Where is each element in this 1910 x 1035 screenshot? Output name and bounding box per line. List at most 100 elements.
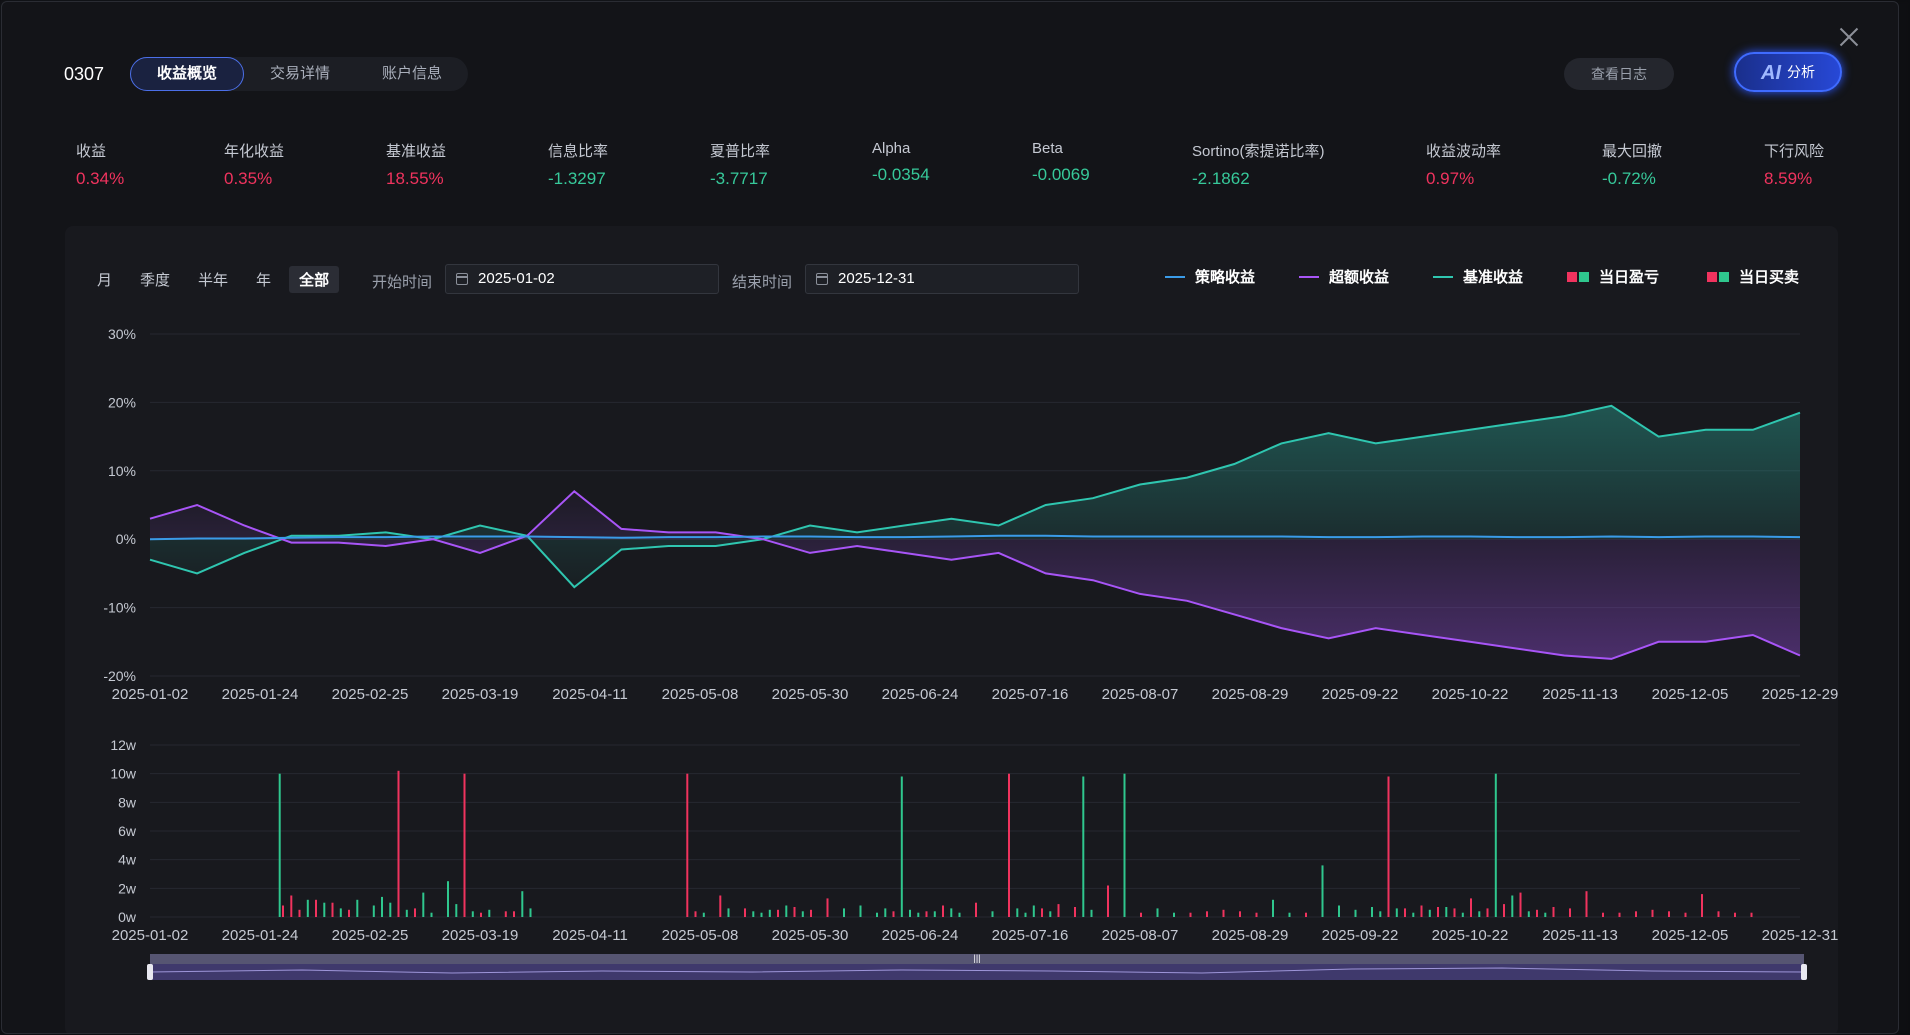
sell-bar bbox=[752, 911, 755, 917]
buy-bar bbox=[1635, 911, 1637, 917]
buy-bar bbox=[1569, 908, 1571, 917]
y-tick-label: 0% bbox=[116, 531, 136, 547]
sell-bar bbox=[1511, 895, 1514, 917]
sell-bar bbox=[1379, 911, 1382, 917]
buy-bar bbox=[1651, 909, 1654, 917]
y-tick-label: 4w bbox=[118, 852, 137, 868]
sell-bar bbox=[1288, 912, 1291, 917]
sell-bar bbox=[1024, 912, 1027, 917]
sell-bar bbox=[488, 909, 491, 917]
sell-bar bbox=[1032, 905, 1035, 917]
x-tick-label: 2025-11-13 bbox=[1542, 927, 1618, 944]
y-tick-label: 10% bbox=[108, 463, 136, 479]
sell-bar bbox=[1478, 911, 1481, 917]
sell-bar bbox=[1090, 909, 1093, 917]
x-tick-label: 2025-12-05 bbox=[1652, 686, 1729, 703]
slider-grip-icon[interactable]: ||| bbox=[973, 953, 980, 963]
sell-bar bbox=[1461, 912, 1464, 917]
sell-bar bbox=[389, 902, 392, 917]
sell-bar bbox=[1544, 912, 1547, 917]
x-tick-label: 2025-09-22 bbox=[1322, 927, 1399, 944]
x-tick-label: 2025-03-19 bbox=[442, 927, 519, 944]
sell-bar bbox=[1445, 907, 1448, 917]
x-tick-label: 2025-01-24 bbox=[222, 686, 299, 703]
sell-bar bbox=[381, 896, 383, 917]
buy-bar bbox=[1668, 911, 1670, 917]
sell-bar bbox=[760, 912, 763, 917]
sell-bar bbox=[917, 912, 920, 917]
sell-bar bbox=[884, 908, 887, 917]
sell-bar bbox=[405, 909, 408, 917]
sell-bar bbox=[1395, 908, 1398, 917]
sell-bar bbox=[278, 773, 281, 917]
buy-bar bbox=[1437, 907, 1439, 917]
performance-modal: 0307 收益概览 交易详情 账户信息 查看日志 AI 分析 收益 0.34% 年化… bbox=[1, 1, 1899, 1034]
sell-bar bbox=[430, 912, 433, 917]
buy-bar bbox=[777, 909, 779, 917]
sell-bar bbox=[1156, 908, 1159, 917]
buy-bar bbox=[1453, 908, 1456, 917]
sell-bar bbox=[876, 912, 878, 917]
buy-bar bbox=[810, 909, 812, 917]
y-tick-label: 30% bbox=[108, 326, 136, 342]
buy-bar bbox=[694, 911, 697, 917]
x-tick-label: 2025-05-30 bbox=[772, 927, 849, 944]
buy-bar bbox=[298, 909, 301, 917]
buy-bar bbox=[1503, 904, 1505, 917]
buy-bar bbox=[1041, 908, 1043, 917]
sell-bar bbox=[521, 891, 524, 917]
x-tick-label: 2025-12-05 bbox=[1652, 927, 1729, 944]
x-tick-label: 2025-04-11 bbox=[552, 686, 628, 703]
sell-bar bbox=[455, 904, 458, 917]
buy-bar bbox=[1470, 898, 1472, 917]
buy-bar bbox=[397, 770, 400, 917]
sell-bar bbox=[785, 905, 788, 917]
sell-bar bbox=[1428, 909, 1431, 917]
buy-bar bbox=[1701, 894, 1703, 917]
sell-bar bbox=[768, 909, 771, 917]
sell-bar bbox=[727, 908, 730, 917]
slider-handle-left[interactable] bbox=[147, 964, 153, 980]
y-tick-label: 12w bbox=[110, 737, 137, 753]
sell-bar bbox=[372, 905, 375, 917]
buy-bar bbox=[1206, 911, 1208, 917]
sell-bar bbox=[1338, 905, 1340, 917]
sell-bar bbox=[1123, 773, 1126, 917]
buy-bar bbox=[331, 902, 334, 917]
x-tick-label: 2025-06-24 bbox=[882, 686, 959, 703]
slider-handle-right[interactable] bbox=[1801, 964, 1807, 980]
buy-bar bbox=[719, 895, 722, 917]
sell-bar bbox=[702, 912, 705, 917]
buy-bar bbox=[1684, 912, 1687, 917]
x-tick-label: 2025-11-13 bbox=[1542, 686, 1618, 703]
buy-bar bbox=[414, 908, 416, 917]
sell-bar bbox=[1371, 907, 1373, 917]
buy-bar bbox=[1420, 905, 1423, 917]
buy-bar bbox=[892, 911, 895, 917]
x-tick-label: 2025-08-29 bbox=[1212, 927, 1289, 944]
sell-bar bbox=[859, 905, 862, 917]
sell-bar bbox=[1049, 911, 1052, 917]
buy-bar bbox=[1008, 773, 1010, 917]
x-tick-label: 2025-05-08 bbox=[662, 927, 739, 944]
buy-bar bbox=[942, 905, 944, 917]
y-tick-label: 8w bbox=[118, 794, 137, 810]
buy-bar bbox=[1107, 885, 1109, 917]
sell-bar bbox=[447, 881, 449, 917]
y-tick-label: -20% bbox=[103, 668, 136, 684]
x-tick-label: 2025-01-02 bbox=[112, 927, 189, 944]
trades-bar-chart: 12w 10w 8w 6w 4w 2w 0w 2025-01-02 2025-01-24 2025… bbox=[110, 737, 1838, 944]
sell-bar bbox=[471, 911, 474, 917]
buy-bar bbox=[1585, 891, 1588, 917]
sell-bar bbox=[422, 892, 425, 917]
buy-bar bbox=[1387, 776, 1390, 917]
buy-bar bbox=[282, 905, 284, 917]
zoom-slider[interactable]: ||| bbox=[147, 953, 1807, 980]
y-tick-label: -10% bbox=[103, 600, 136, 616]
buy-bar bbox=[744, 908, 746, 917]
sell-bar bbox=[991, 911, 994, 917]
buy-bar bbox=[686, 773, 689, 917]
buy-bar bbox=[975, 902, 977, 917]
sell-bar bbox=[1354, 909, 1357, 917]
sell-bar bbox=[933, 911, 936, 917]
